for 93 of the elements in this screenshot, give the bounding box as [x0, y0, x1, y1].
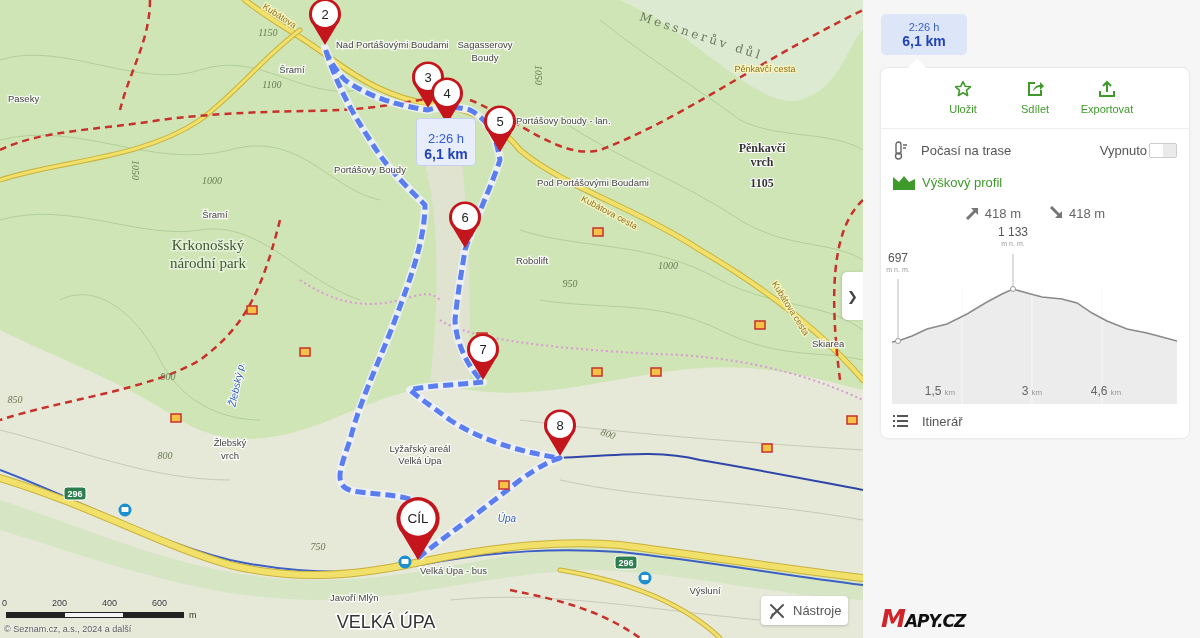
- scale-label: 600: [152, 598, 169, 608]
- road-number: 296: [614, 555, 638, 570]
- bus-stop-icon: [398, 555, 412, 569]
- place-name: Robolift: [515, 255, 549, 266]
- share-icon: [1026, 80, 1044, 98]
- contour-elevation: 1000: [658, 260, 678, 271]
- thermometer-icon: [893, 140, 907, 160]
- arrow-up-right-icon: [964, 206, 979, 220]
- area-name: Krkonošský: [171, 237, 245, 253]
- hut-icon: [170, 413, 182, 423]
- place-name: vrch: [221, 450, 239, 461]
- contour-elevation: 1150: [258, 27, 278, 38]
- route-summary-tab[interactable]: 2:26 h 6,1 km: [881, 14, 967, 55]
- upload-icon: [1098, 80, 1116, 98]
- contour-elevation: 750: [310, 541, 326, 552]
- distance-unit: km: [944, 388, 956, 397]
- contour-elevation: 900: [160, 371, 176, 382]
- hut-icon: [299, 347, 311, 357]
- route-marker[interactable]: 7: [467, 333, 499, 380]
- mapy-logo[interactable]: MAPY.CZ: [881, 604, 966, 633]
- export-button[interactable]: Exportovat: [1071, 80, 1143, 126]
- save-button[interactable]: Uložit: [927, 80, 999, 126]
- hut-icon: [761, 443, 773, 453]
- route-marker[interactable]: 5: [484, 105, 516, 152]
- hut-icon: [246, 305, 258, 315]
- route-marker[interactable]: 6: [449, 201, 481, 248]
- place-name: Šramí: [202, 209, 228, 220]
- arrow-down-right-icon: [1049, 206, 1063, 220]
- ascent-value: 418 m: [984, 205, 1021, 221]
- contour-elevation: 800: [599, 426, 618, 442]
- hut-icon: [592, 227, 604, 237]
- scale-label: 0: [2, 598, 8, 608]
- weather-state: Vypnuto: [1099, 142, 1147, 158]
- hut-icon: [846, 415, 858, 425]
- hut-icon: [754, 320, 766, 330]
- itinerary-button[interactable]: Itinerář: [881, 404, 1189, 438]
- place-name: Velká Úpa: [398, 455, 442, 466]
- weather-toggle[interactable]: [1149, 142, 1177, 158]
- copyright-text: © Seznam.cz, a.s., 2024 a další: [4, 624, 132, 634]
- weather-label: Počasí na trase: [921, 142, 1013, 158]
- place-name: Šramí: [279, 64, 305, 75]
- elevation-value: 1 133: [998, 225, 1028, 239]
- place-name: Žlebský: [213, 437, 247, 448]
- peak-name: Pěnkavčí: [738, 141, 786, 155]
- hut-icon: [591, 367, 603, 377]
- contour-elevation: 950: [562, 278, 578, 289]
- area-name: národní park: [169, 255, 247, 271]
- tools-button[interactable]: Nástroje: [761, 596, 849, 625]
- contour-elevation: 1000: [202, 175, 222, 186]
- road-number: 296: [63, 486, 87, 501]
- place-name: Boudy: [471, 52, 499, 63]
- elevation-value: 697: [888, 251, 908, 265]
- bus-stop-icon: [638, 571, 652, 585]
- scale-label: 400: [102, 598, 119, 608]
- place-name: Sagasserovy: [457, 39, 513, 50]
- duration-text: 2:26 h: [427, 129, 465, 146]
- contour-elevation: 850: [7, 394, 23, 405]
- distance-value: 3: [1021, 384, 1029, 398]
- place-name: Výsluní: [689, 585, 721, 596]
- profile-title: Výškový profil: [922, 174, 1003, 190]
- place-name: Portášovy boudy - lan.: [516, 115, 611, 126]
- contour-elevation: 1050: [533, 65, 544, 85]
- distance-value: 1,5: [924, 384, 942, 398]
- distance-unit: km: [1110, 388, 1122, 397]
- collapse-button[interactable]: ❯: [842, 272, 863, 320]
- route-marker[interactable]: 8: [544, 409, 576, 456]
- water-name: Žlebský p.: [226, 360, 247, 408]
- mountain-icon: [893, 174, 915, 190]
- contour-elevation: 1100: [262, 79, 282, 90]
- bus-stop-icon: [118, 503, 132, 517]
- water-name: Úpa: [497, 513, 517, 524]
- distance-value: 4,6: [1090, 384, 1108, 398]
- hut-icon: [498, 480, 510, 490]
- place-name: Lyžařský areál: [389, 443, 451, 454]
- star-icon: [954, 80, 972, 98]
- hut-icon: [650, 367, 662, 377]
- distance-unit: km: [1031, 388, 1043, 397]
- town-name: VELKÁ ÚPA: [336, 612, 436, 632]
- share-button[interactable]: Sdílet: [999, 80, 1071, 126]
- contour-elevation: 1050: [130, 160, 141, 180]
- place-name: Paseky: [8, 93, 40, 104]
- contour-elevation: 800: [157, 450, 173, 461]
- place-name: Portášovy Boudy: [334, 164, 406, 175]
- peak-name: 1105: [750, 176, 774, 190]
- distance-text: 6,1 km: [424, 145, 468, 162]
- scale-unit: m: [189, 610, 197, 620]
- list-icon: [893, 414, 908, 428]
- peak-name: vrch: [750, 155, 774, 169]
- scale-label: 200: [52, 598, 69, 608]
- place-name: Velká Úpa - bus: [420, 565, 488, 576]
- place-name: Javoří Mlýn: [330, 592, 379, 603]
- descent-value: 418 m: [1069, 205, 1106, 221]
- finish-marker[interactable]: CÍL: [396, 497, 440, 560]
